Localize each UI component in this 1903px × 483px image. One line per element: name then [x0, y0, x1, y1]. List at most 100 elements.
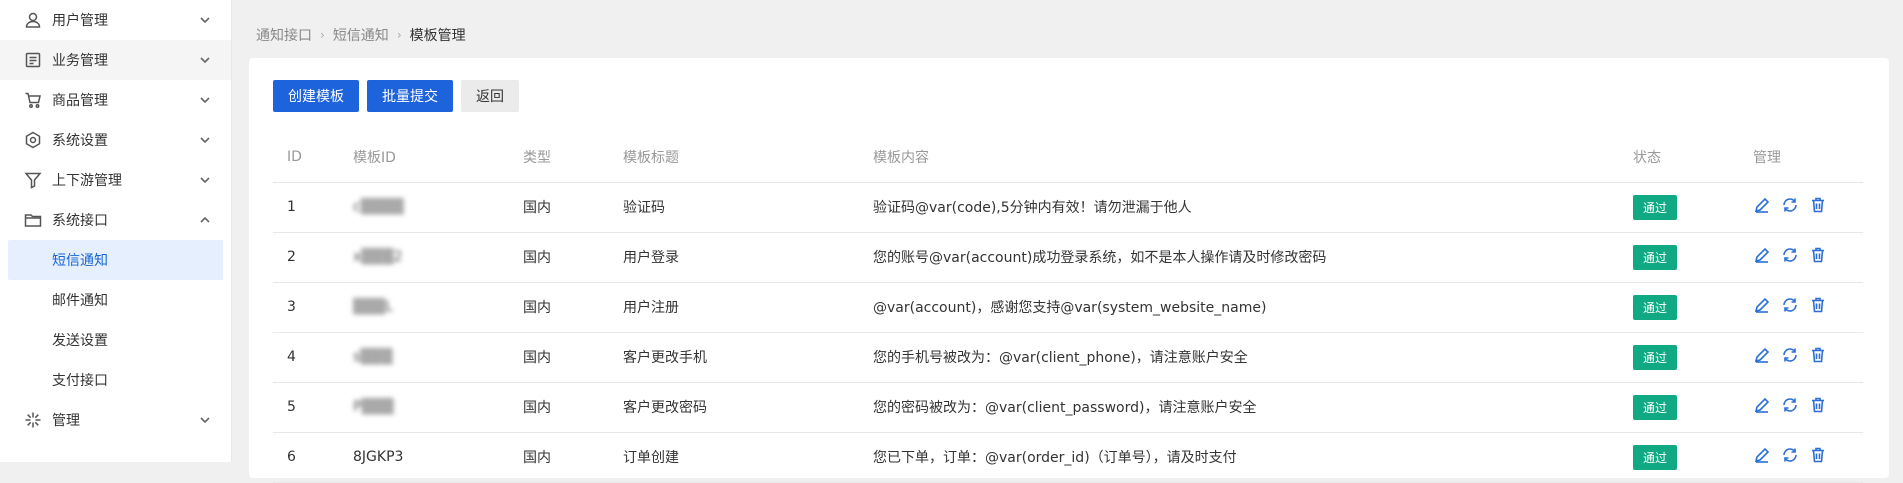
- edit-icon[interactable]: [1753, 346, 1771, 368]
- status-badge: 通过: [1633, 344, 1678, 370]
- cell-id: 1: [273, 182, 353, 233]
- edit-icon[interactable]: [1753, 446, 1771, 468]
- list-icon: [24, 51, 42, 69]
- sidebar-item-label: 商品管理: [52, 93, 108, 109]
- cell-status: 通过: [1633, 182, 1753, 233]
- delete-icon[interactable]: [1809, 196, 1827, 218]
- cell-content: 您的密码被改为：@var(client_password)，请注意账户安全: [873, 382, 1633, 433]
- cell-template-id: 8JGKP3: [353, 432, 523, 483]
- chevron-down-icon: [199, 414, 211, 426]
- cell-template-id: c▒▒▒▒: [353, 182, 523, 233]
- cell-template-id: s▒▒▒: [353, 332, 523, 383]
- sidebar-item-upstream-downstream[interactable]: 上下游管理: [0, 160, 231, 200]
- breadcrumb-item[interactable]: 通知接口: [256, 25, 312, 45]
- chevron-down-icon: [199, 134, 211, 146]
- sidebar-subitem-payment[interactable]: 支付接口: [0, 360, 231, 400]
- refresh-icon[interactable]: [1781, 196, 1799, 218]
- table-row: 6 8JGKP3 国内 订单创建 您已下单，订单：@var(order_id)（…: [273, 432, 1863, 483]
- cart-icon: [24, 91, 42, 109]
- cell-content: @var(account)，感谢您支持@var(system_website_n…: [873, 282, 1633, 333]
- column-header-id: ID: [273, 132, 353, 183]
- delete-icon[interactable]: [1809, 246, 1827, 268]
- cell-status: 通过: [1633, 332, 1753, 383]
- sidebar-subitem-sms[interactable]: 短信通知: [8, 240, 223, 280]
- delete-icon[interactable]: [1809, 346, 1827, 368]
- column-header-status: 状态: [1633, 132, 1753, 183]
- cell-id: 2: [273, 232, 353, 283]
- template-table: ID 模板ID 类型 模板标题 模板内容 状态 管理 1 c▒▒▒▒ 国内 验证…: [273, 132, 1863, 483]
- delete-icon[interactable]: [1809, 396, 1827, 418]
- cell-type: 国内: [523, 332, 623, 383]
- sidebar-item-system-settings[interactable]: 系统设置: [0, 120, 231, 160]
- cell-title: 验证码: [623, 182, 873, 233]
- template-id-value: c▒▒▒▒: [353, 199, 404, 215]
- cell-status: 通过: [1633, 432, 1753, 483]
- breadcrumb-item[interactable]: 短信通知: [333, 25, 389, 45]
- edit-icon[interactable]: [1753, 246, 1771, 268]
- sparkle-icon: [24, 411, 42, 429]
- sidebar-item-label: 管理: [52, 413, 80, 429]
- sidebar-item-label: 业务管理: [52, 53, 108, 69]
- cell-manage: [1753, 382, 1863, 433]
- cell-id: 3: [273, 282, 353, 333]
- sidebar-item-management[interactable]: 管理: [0, 400, 231, 440]
- status-badge: 通过: [1633, 444, 1678, 470]
- table-row: 4 s▒▒▒ 国内 客户更改手机 您的手机号被改为：@var(client_ph…: [273, 332, 1863, 383]
- content-card: 创建模板 批量提交 返回 ID 模板ID 类型 模板标题 模板内容 状态 管理 …: [249, 58, 1889, 483]
- cell-id: 4: [273, 332, 353, 383]
- status-badge: 通过: [1633, 294, 1678, 320]
- refresh-icon[interactable]: [1781, 296, 1799, 318]
- create-template-button[interactable]: 创建模板: [273, 80, 359, 112]
- cell-type: 国内: [523, 182, 623, 233]
- cell-template-id: P▒▒▒: [353, 382, 523, 433]
- sidebar-item-label: 系统设置: [52, 133, 108, 149]
- column-header-type: 类型: [523, 132, 623, 183]
- cell-template-id: ▒▒▒L: [353, 282, 523, 333]
- table-row: 3 ▒▒▒L 国内 用户注册 @var(account)，感谢您支持@var(s…: [273, 282, 1863, 333]
- table-row: 1 c▒▒▒▒ 国内 验证码 验证码@var(code),5分钟内有效！请勿泄漏…: [273, 182, 1863, 233]
- chevron-down-icon: [199, 14, 211, 26]
- delete-icon[interactable]: [1809, 296, 1827, 318]
- edit-icon[interactable]: [1753, 196, 1771, 218]
- sidebar-item-system-interface[interactable]: 系统接口: [0, 200, 231, 240]
- edit-icon[interactable]: [1753, 296, 1771, 318]
- column-header-title: 模板标题: [623, 132, 873, 183]
- cell-manage: [1753, 332, 1863, 383]
- sidebar-item-user-management[interactable]: 用户管理: [0, 0, 231, 40]
- chevron-up-icon: [199, 214, 211, 226]
- cell-type: 国内: [523, 432, 623, 483]
- back-button[interactable]: 返回: [461, 80, 519, 112]
- edit-icon[interactable]: [1753, 396, 1771, 418]
- sidebar: 用户管理 业务管理 商品管理 系统设置 上下游管理 系统接口 短信通知 邮件通知…: [0, 0, 232, 462]
- table-header-row: ID 模板ID 类型 模板标题 模板内容 状态 管理: [273, 132, 1863, 183]
- template-id-value: s▒▒▒: [353, 349, 393, 365]
- template-id-value: ▒▒▒L: [353, 299, 394, 315]
- table-row: 5 P▒▒▒ 国内 客户更改密码 您的密码被改为：@var(client_pas…: [273, 382, 1863, 433]
- column-header-content: 模板内容: [873, 132, 1633, 183]
- user-icon: [24, 11, 42, 29]
- template-id-value: P▒▒▒: [353, 399, 394, 415]
- cell-status: 通过: [1633, 232, 1753, 283]
- refresh-icon[interactable]: [1781, 446, 1799, 468]
- cell-title: 用户注册: [623, 282, 873, 333]
- sidebar-item-product-management[interactable]: 商品管理: [0, 80, 231, 120]
- cell-content: 您已下单，订单：@var(order_id)（订单号），请及时支付: [873, 432, 1633, 483]
- template-id-value: 8JGKP3: [353, 449, 404, 465]
- refresh-icon[interactable]: [1781, 396, 1799, 418]
- cell-type: 国内: [523, 282, 623, 333]
- column-header-template-id: 模板ID: [353, 132, 523, 183]
- folder-icon: [24, 211, 42, 229]
- refresh-icon[interactable]: [1781, 346, 1799, 368]
- sidebar-subitem-email[interactable]: 邮件通知: [0, 280, 231, 320]
- refresh-icon[interactable]: [1781, 246, 1799, 268]
- hexagon-settings-icon: [24, 131, 42, 149]
- cell-id: 6: [273, 432, 353, 483]
- cell-title: 客户更改密码: [623, 382, 873, 433]
- chevron-right-icon: ›: [320, 28, 325, 42]
- delete-icon[interactable]: [1809, 446, 1827, 468]
- sidebar-subitem-send-settings[interactable]: 发送设置: [0, 320, 231, 360]
- batch-submit-button[interactable]: 批量提交: [367, 80, 453, 112]
- cell-manage: [1753, 432, 1863, 483]
- sidebar-item-business-management[interactable]: 业务管理: [0, 40, 231, 80]
- status-badge: 通过: [1633, 194, 1678, 220]
